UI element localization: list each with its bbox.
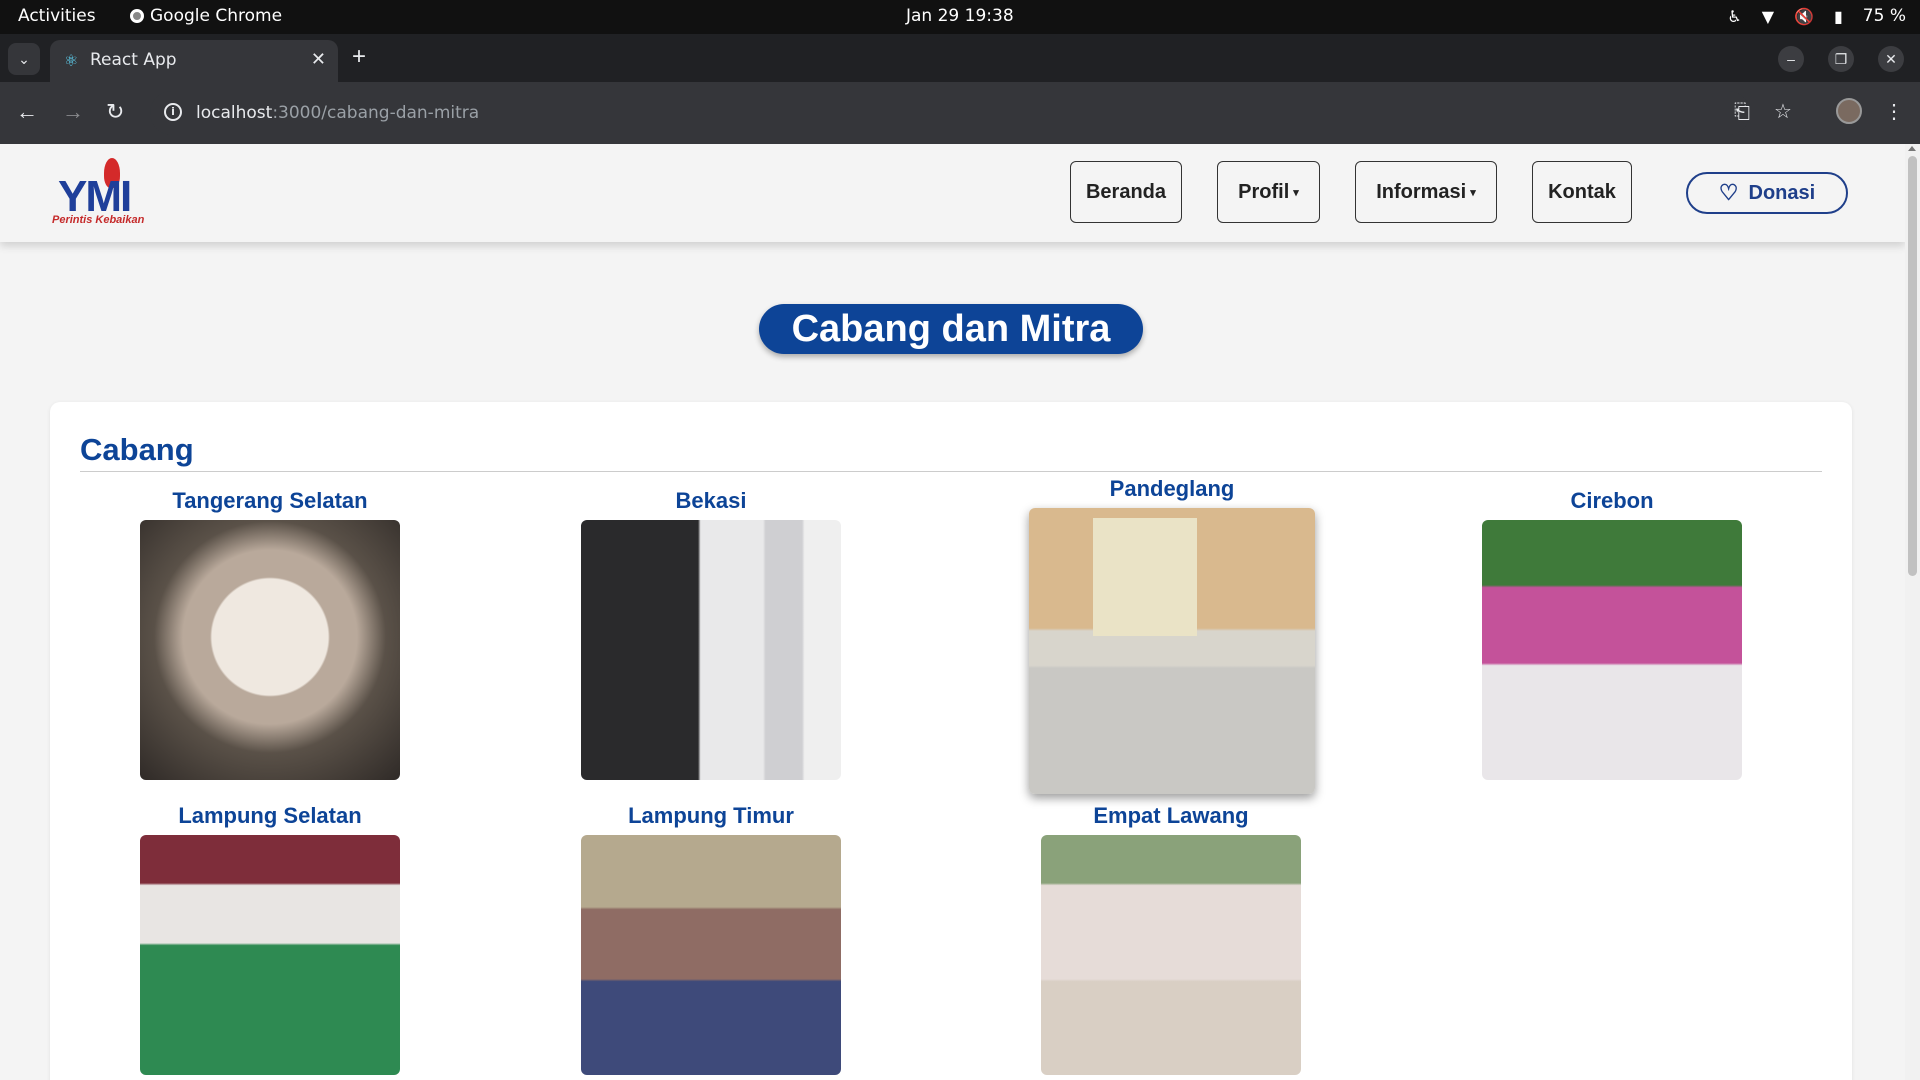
info-icon[interactable]: i (164, 103, 182, 121)
branch-name: Pandeglang (1109, 476, 1235, 501)
system-tray[interactable]: ♿ ▼ 🔇 ▮ 75 % (1727, 6, 1906, 26)
caret-down-icon: ▾ (1293, 186, 1299, 199)
react-icon: ⚛ (64, 51, 79, 70)
branch-lampung-timur[interactable]: Lampung Timur (581, 803, 841, 1075)
caret-down-icon: ▾ (1470, 186, 1476, 199)
browser-toolbar: ← → ↻ i localhost:3000/cabang-dan-mitra … (0, 82, 1920, 144)
logo-tagline: Perintis Kebaikan (52, 214, 145, 226)
back-button[interactable]: ← (16, 100, 38, 124)
nav-beranda[interactable]: Beranda (1070, 161, 1182, 223)
os-top-bar: Activities Google Chrome Jan 29 19:38 ♿ … (0, 0, 1920, 34)
address-bar[interactable]: i localhost:3000/cabang-dan-mitra (150, 91, 1750, 135)
clock[interactable]: Jan 29 19:38 (906, 6, 1014, 26)
wifi-icon: ▼ (1761, 6, 1775, 26)
chevron-down-icon: ⌄ (18, 51, 30, 67)
scrollbar-thumb[interactable] (1908, 156, 1917, 576)
scroll-up-arrow-icon[interactable] (1908, 146, 1916, 151)
nav-kontak[interactable]: Kontak (1532, 161, 1632, 223)
branch-photo (1482, 520, 1742, 780)
volume-icon: 🔇 (1794, 6, 1814, 26)
battery-icon: ▮ (1833, 6, 1843, 26)
branch-name: Lampung Timur (628, 803, 794, 828)
close-icon[interactable]: ✕ (311, 49, 326, 70)
minimize-button[interactable]: – (1778, 46, 1804, 72)
branch-photo (581, 520, 841, 780)
tab-search-button[interactable]: ⌄ (8, 43, 40, 75)
branch-name: Cirebon (1570, 488, 1654, 513)
branch-empat-lawang[interactable]: Empat Lawang (1040, 803, 1302, 1075)
site-logo[interactable]: YMI Perintis Kebaikan (52, 158, 162, 230)
section-title: Cabang (80, 432, 194, 467)
hand-heart-icon: ♡ (1718, 180, 1739, 205)
reload-button[interactable]: ↻ (106, 100, 124, 124)
url-text: localhost:3000/cabang-dan-mitra (196, 103, 480, 123)
branch-pandeglang[interactable]: Pandeglang (1029, 476, 1315, 794)
install-app-icon[interactable]: ⎗ (1734, 100, 1750, 124)
branch-photo (1029, 508, 1315, 794)
restore-button[interactable]: ❐ (1828, 46, 1854, 72)
site-navbar: YMI Perintis Kebaikan Beranda Profil ▾ In… (0, 144, 1905, 242)
activities-button[interactable]: Activities (18, 6, 96, 26)
tab-title: React App (90, 50, 177, 70)
branch-photo (1041, 835, 1301, 1075)
battery-percent: 75 % (1862, 6, 1906, 26)
accessibility-icon: ♿ (1727, 6, 1742, 26)
branches-card: Cabang Tangerang Selatan Bekasi Pandegla… (50, 402, 1852, 1080)
bookmark-star-icon[interactable]: ☆ (1774, 100, 1792, 124)
nav-profil[interactable]: Profil ▾ (1217, 161, 1320, 223)
profile-avatar[interactable] (1836, 98, 1862, 124)
page-viewport: YMI Perintis Kebaikan Beranda Profil ▾ In… (0, 144, 1905, 1080)
branch-cirebon[interactable]: Cirebon (1482, 488, 1742, 780)
branch-name: Lampung Selatan (178, 803, 362, 828)
page-scrollbar[interactable] (1905, 144, 1920, 1080)
branch-photo (140, 835, 400, 1075)
new-tab-button[interactable]: + (352, 45, 366, 69)
page-title: Cabang dan Mitra (759, 304, 1143, 354)
branch-photo (140, 520, 400, 780)
close-window-button[interactable]: ✕ (1878, 46, 1904, 72)
divider (80, 471, 1822, 472)
branch-name: Tangerang Selatan (172, 488, 368, 513)
branch-name: Bekasi (675, 488, 747, 513)
kebab-menu-icon[interactable]: ⋮ (1884, 100, 1904, 124)
donate-button[interactable]: ♡ Donasi (1686, 172, 1848, 214)
nav-informasi[interactable]: Informasi ▾ (1355, 161, 1497, 223)
branch-photo (581, 835, 841, 1075)
forward-button[interactable]: → (62, 100, 84, 124)
branch-name: Empat Lawang (1093, 803, 1249, 828)
app-name: Google Chrome (150, 6, 283, 26)
tab-react-app[interactable]: ⚛ React App ✕ (50, 40, 338, 82)
branch-lampung-selatan[interactable]: Lampung Selatan (140, 803, 400, 1075)
branch-bekasi[interactable]: Bekasi (581, 488, 841, 780)
tab-strip: ⌄ ⚛ React App ✕ + – ❐ ✕ (0, 34, 1920, 82)
app-menu[interactable]: Google Chrome (130, 6, 282, 26)
donate-label: Donasi (1748, 181, 1816, 204)
branch-tangerang-selatan[interactable]: Tangerang Selatan (140, 488, 400, 780)
banner (1093, 518, 1197, 636)
chrome-icon (130, 9, 144, 23)
